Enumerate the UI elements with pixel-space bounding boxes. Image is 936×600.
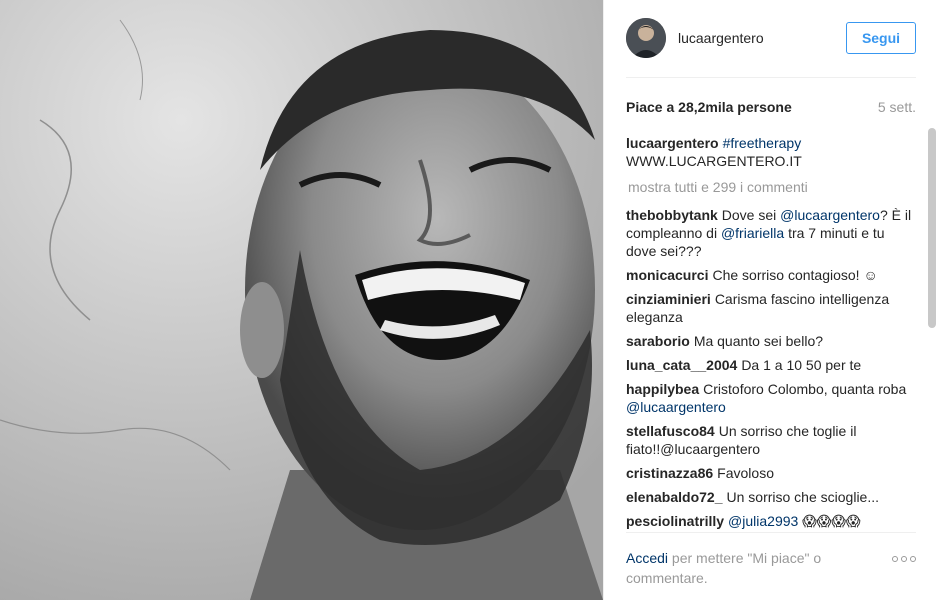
comment-author[interactable]: thebobbytank (626, 207, 718, 223)
likes-count[interactable]: Piace a 28,2mila persone (626, 99, 792, 115)
comment-text: Ma quanto sei bello? (693, 333, 824, 349)
comment-text: Un sorriso che scioglie... (726, 489, 880, 505)
login-text: Accedi per mettere "Mi piace" o commenta… (626, 548, 856, 588)
list-item: stellafusco84 Un sorriso che toglie il fi… (626, 422, 916, 458)
comment-author[interactable]: cristinazza86 (626, 465, 713, 481)
post-timestamp[interactable]: 5 sett. (878, 99, 916, 115)
footer-divider (626, 532, 916, 533)
caption: lucaargentero #freetherapy WWW.LUCARGENTE… (626, 134, 916, 170)
list-item: happilybea Cristoforo Colombo, quanta rob… (626, 380, 916, 416)
ellipsis-icon[interactable] (892, 556, 916, 562)
comment-mention[interactable]: @lucaargentero (780, 207, 880, 223)
list-item: pesciolinatrilly @julia2993 😱😱😱😱 (626, 512, 916, 530)
list-item: saraborio Ma quanto sei bello? (626, 332, 916, 350)
comment-text: Dove sei (721, 207, 781, 223)
caption-author[interactable]: lucaargentero (626, 135, 719, 151)
username-link[interactable]: lucaargentero (678, 30, 764, 46)
dot-icon (901, 556, 907, 562)
comment-text: Che sorriso contagioso! ☺ (712, 267, 878, 283)
list-item: elenabaldo72_ Un sorriso che scioglie... (626, 488, 916, 506)
dot-icon (892, 556, 898, 562)
comments-scrollbar[interactable] (928, 128, 936, 328)
comment-author[interactable]: elenabaldo72_ (626, 489, 723, 505)
comment-author[interactable]: stellafusco84 (626, 423, 715, 439)
comment-mention[interactable]: @friariella (721, 225, 784, 241)
list-item: luna_cata__2004 Da 1 a 10 50 per te (626, 356, 916, 374)
caption-hashtag[interactable]: #freetherapy (723, 135, 802, 151)
post-photo (0, 0, 603, 600)
comment-author[interactable]: saraborio (626, 333, 690, 349)
login-prompt: Accedi per mettere "Mi piace" o commenta… (626, 548, 916, 588)
likes-row: Piace a 28,2mila persone 5 sett. (626, 97, 916, 117)
comment-mention[interactable]: @julia2993 (728, 513, 798, 529)
dot-icon (910, 556, 916, 562)
list-item: cinziaminieri Carisma fascino intelligenz… (626, 290, 916, 326)
list-item: monicacurci Che sorriso contagioso! ☺ (626, 266, 916, 284)
photo-image (0, 0, 603, 600)
login-link[interactable]: Accedi (626, 550, 668, 566)
comment-text: 😱😱😱😱 (798, 513, 861, 529)
list-item: cristinazza86 Favoloso (626, 464, 916, 482)
comment-author[interactable]: happilybea (626, 381, 699, 397)
comment-text: Cristoforo Colombo, quanta roba (703, 381, 907, 397)
comment-author[interactable]: monicacurci (626, 267, 708, 283)
comments-list: lucaargentero #freetherapy WWW.LUCARGENTE… (626, 134, 916, 532)
comment-author[interactable]: luna_cata__2004 (626, 357, 737, 373)
avatar[interactable] (626, 18, 666, 58)
comment-mention[interactable]: @lucaargentero (626, 399, 726, 415)
post-header: lucaargentero Segui (626, 16, 916, 60)
show-all-comments-link[interactable]: mostra tutti e 299 i commenti (628, 178, 916, 196)
follow-button[interactable]: Segui (846, 22, 916, 54)
caption-url: WWW.LUCARGENTERO.IT (626, 153, 802, 169)
post-sidebar: lucaargentero Segui Piace a 28,2mila per… (603, 0, 936, 600)
comment-text: Da 1 a 10 50 per te (741, 357, 862, 373)
comment-author[interactable]: pesciolinatrilly (626, 513, 724, 529)
header-divider (626, 77, 916, 78)
list-item: thebobbytank Dove sei @lucaargentero? È i… (626, 206, 916, 260)
comment-text: Favoloso (717, 465, 774, 481)
comment-author[interactable]: cinziaminieri (626, 291, 711, 307)
avatar-image (626, 18, 666, 58)
